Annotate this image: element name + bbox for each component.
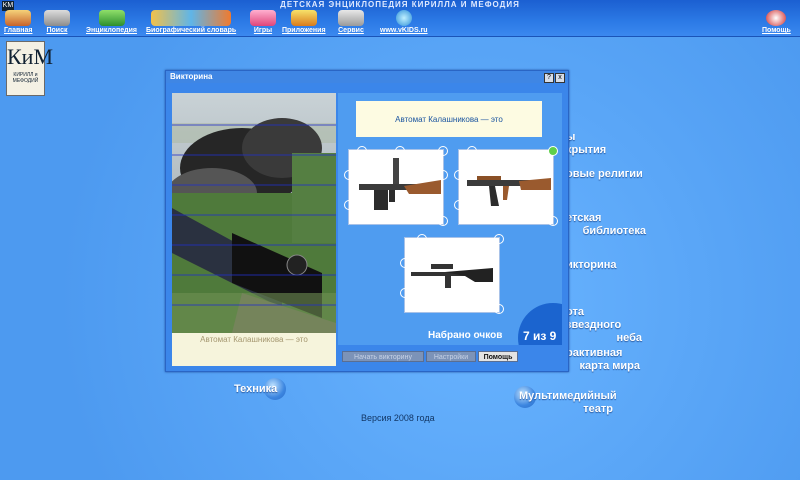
dialog-close-button[interactable]: x xyxy=(555,73,565,83)
answer-1-handle xyxy=(344,170,354,180)
menu-technology[interactable]: Техника xyxy=(234,383,277,396)
dialog-help-button[interactable]: ? xyxy=(544,73,554,83)
toolbar-help[interactable]: Помощь xyxy=(762,10,791,34)
answer-3-handle xyxy=(400,258,410,268)
home-icon xyxy=(5,10,32,26)
menu-star-map[interactable]: ота звездного неба xyxy=(566,306,642,345)
answer-2-handle-selected xyxy=(548,146,558,156)
toolbar-website[interactable]: www.vKIDS.ru xyxy=(380,10,428,34)
menu-discoveries[interactable]: ы крытия xyxy=(566,131,606,157)
toolbar-encyclopedia[interactable]: Энциклопедия xyxy=(86,10,137,34)
menu-multimedia-theater[interactable]: Мультимедийный театр xyxy=(519,390,625,416)
app-title: ДЕТСКАЯ ЭНЦИКЛОПЕДИЯ КИРИЛЛА И МЕФОДИЯ xyxy=(280,0,520,9)
quiz-dialog: Викторина ? x Автомат Калашникова — это … xyxy=(165,70,569,372)
sniper-rifle-image xyxy=(411,264,493,288)
question-box: Автомат Калашникова — это xyxy=(356,101,542,137)
answer-3-handle xyxy=(400,288,410,298)
top-toolbar: KM ДЕТСКАЯ ЭНЦИКЛОПЕДИЯ КИРИЛЛА И МЕФОДИ… xyxy=(0,0,800,37)
rifle-scope-image xyxy=(359,158,441,210)
games-icon xyxy=(250,10,276,26)
answer-3-handle xyxy=(494,304,504,314)
kalashnikov-rifle-image xyxy=(467,176,551,206)
apps-icon xyxy=(290,10,317,26)
answer-2-handle xyxy=(548,216,558,226)
photo-panel: Автомат Калашникова — это xyxy=(172,93,336,366)
photo-caption: Автомат Калашникова — это xyxy=(200,335,308,344)
logo-text: КИРИЛЛ и МЕФОДИЙ xyxy=(12,72,39,84)
settings-button[interactable]: Настройки xyxy=(426,351,476,362)
service-icon xyxy=(338,10,364,26)
score-value: 7 из 9 xyxy=(523,329,557,343)
answer-1-handle xyxy=(438,146,448,156)
toolbar-home[interactable]: Главная xyxy=(4,10,32,34)
toolbar-biography[interactable]: Биографический словарь xyxy=(146,10,236,34)
score-label: Набрано очков xyxy=(428,330,503,341)
answer-option-3[interactable] xyxy=(400,234,504,314)
km-logo: КиМ КИРИЛЛ и МЕФОДИЙ xyxy=(6,41,54,96)
toolbar-apps[interactable]: Приложения xyxy=(282,10,326,34)
answer-2-handle xyxy=(454,200,464,210)
globe-icon xyxy=(395,10,412,26)
answer-1-handle xyxy=(357,146,367,156)
answer-2-handle xyxy=(467,146,477,156)
answer-option-2[interactable] xyxy=(454,146,558,226)
logo-mark: КиМ xyxy=(7,44,54,69)
dialog-titlebar: Викторина ? x xyxy=(166,71,568,83)
answer-3-handle xyxy=(494,234,504,244)
answer-option-1[interactable] xyxy=(344,146,448,226)
answer-3-handle xyxy=(417,234,427,244)
menu-world-map[interactable]: рактивная карта мира xyxy=(566,347,640,373)
quiz-answer-panel: Автомат Калашникова — это Набрано очков … xyxy=(338,93,562,345)
menu-quiz[interactable]: икторина xyxy=(566,259,616,272)
dialog-title: Викторина xyxy=(170,72,213,81)
answer-1-handle xyxy=(344,200,354,210)
answer-1-handle xyxy=(395,146,405,156)
version-label: Версия 2008 года xyxy=(361,413,435,423)
answer-2-handle xyxy=(454,170,464,180)
answer-1-handle xyxy=(438,216,448,226)
answer-1-handle xyxy=(438,170,448,180)
biography-icon xyxy=(151,10,232,26)
encyclopedia-icon xyxy=(98,10,125,26)
toolbar-search[interactable]: Поиск xyxy=(44,10,70,34)
help-button[interactable]: Помощь xyxy=(478,351,518,362)
menu-religions[interactable]: овые религии xyxy=(566,168,643,181)
help-icon xyxy=(766,10,787,26)
menu-library[interactable]: етская библиотека xyxy=(566,212,646,238)
start-quiz-button[interactable]: Начать викторину xyxy=(342,351,424,362)
toolbar-games[interactable]: Игры xyxy=(250,10,276,34)
steam-train-photo xyxy=(172,93,336,333)
search-icon xyxy=(44,10,70,26)
toolbar-service[interactable]: Сервис xyxy=(338,10,364,34)
